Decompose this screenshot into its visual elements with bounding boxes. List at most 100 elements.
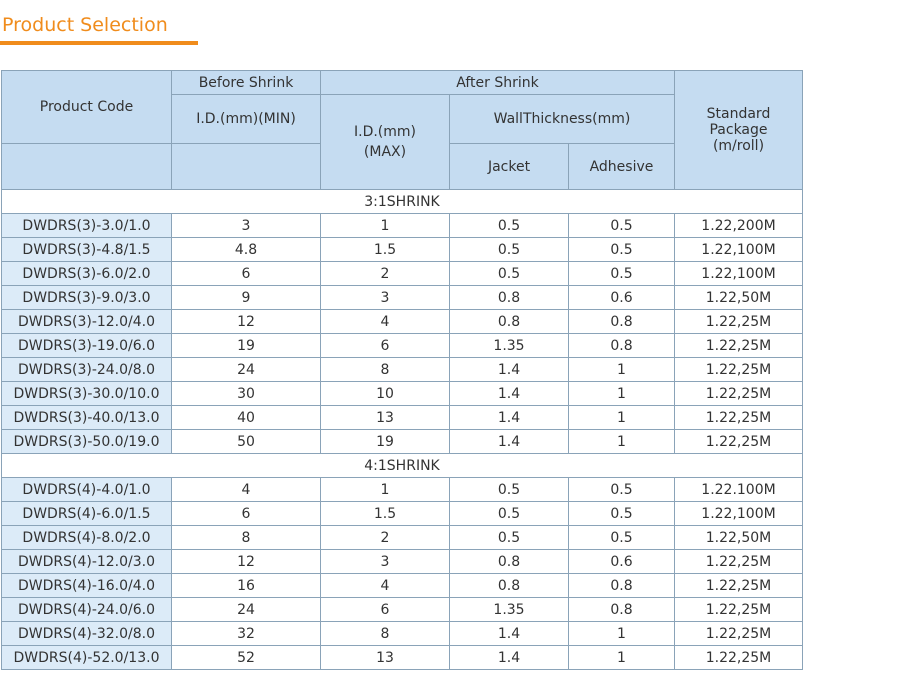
jacket-cell: 0.8 — [449, 549, 569, 574]
id-min-cell: 16 — [171, 573, 321, 598]
table-row: DWDRS(3)-19.0/6.0 19 6 1.35 0.8 1.22,25M — [1, 333, 803, 358]
id-min-cell: 4.8 — [171, 237, 321, 262]
adhesive-cell: 1 — [568, 621, 675, 646]
product-code-cell: DWDRS(4)-16.0/4.0 — [1, 573, 172, 598]
product-code-cell: DWDRS(3)-3.0/1.0 — [1, 213, 172, 238]
header-id-min: I.D.(mm)(MIN) — [171, 94, 321, 144]
section-row: 3:1SHRINK — [1, 189, 803, 214]
header-before-blank — [171, 143, 321, 190]
jacket-cell: 0.8 — [449, 309, 569, 334]
id-min-cell: 32 — [171, 621, 321, 646]
table-row: DWDRS(4)-6.0/1.5 6 1.5 0.5 0.5 1.22,100M — [1, 501, 803, 526]
id-min-cell: 12 — [171, 309, 321, 334]
section-title: 3:1SHRINK — [1, 189, 803, 214]
package-cell: 1.22,100M — [674, 261, 803, 286]
id-max-cell: 1 — [320, 477, 450, 502]
id-min-cell: 8 — [171, 525, 321, 550]
id-max-line-1: I.D.(mm) — [353, 124, 416, 140]
id-min-cell: 3 — [171, 213, 321, 238]
product-code-cell: DWDRS(3)-9.0/3.0 — [1, 285, 172, 310]
adhesive-cell: 1 — [568, 429, 675, 454]
product-code-cell: DWDRS(4)-4.0/1.0 — [1, 477, 172, 502]
product-code-cell: DWDRS(3)-6.0/2.0 — [1, 261, 172, 286]
table-row: DWDRS(3)-50.0/19.0 50 19 1.4 1 1.22,25M — [1, 429, 803, 454]
jacket-cell: 1.4 — [449, 621, 569, 646]
table-row: DWDRS(4)-16.0/4.0 16 4 0.8 0.8 1.22,25M — [1, 573, 803, 598]
product-code-cell: DWDRS(4)-52.0/13.0 — [1, 645, 172, 670]
package-cell: 1.22,25M — [674, 357, 803, 382]
table-row: DWDRS(3)-40.0/13.0 40 13 1.4 1 1.22,25M — [1, 405, 803, 430]
id-min-cell: 24 — [171, 597, 321, 622]
standard-line-2: Package — [709, 122, 768, 138]
jacket-cell: 0.5 — [449, 477, 569, 502]
table-row: DWDRS(4)-12.0/3.0 12 3 0.8 0.6 1.22,25M — [1, 549, 803, 574]
table-row: DWDRS(3)-24.0/8.0 24 8 1.4 1 1.22,25M — [1, 357, 803, 382]
header-wall-thickness: WallThickness(mm) — [449, 94, 675, 144]
jacket-cell: 0.8 — [449, 573, 569, 598]
id-max-cell: 19 — [320, 429, 450, 454]
section-row: 4:1SHRINK — [1, 453, 803, 478]
adhesive-cell: 0.8 — [568, 333, 675, 358]
adhesive-cell: 0.8 — [568, 309, 675, 334]
adhesive-cell: 0.8 — [568, 597, 675, 622]
table-row: DWDRS(3)-30.0/10.0 30 10 1.4 1 1.22,25M — [1, 381, 803, 406]
table-row: DWDRS(4)-32.0/8.0 32 8 1.4 1 1.22,25M — [1, 621, 803, 646]
package-cell: 1.22,25M — [674, 549, 803, 574]
id-max-cell: 1.5 — [320, 501, 450, 526]
id-max-cell: 4 — [320, 309, 450, 334]
id-min-cell: 4 — [171, 477, 321, 502]
adhesive-cell: 1 — [568, 405, 675, 430]
package-cell: 1.22,25M — [674, 645, 803, 670]
id-min-cell: 40 — [171, 405, 321, 430]
adhesive-cell: 1 — [568, 645, 675, 670]
title-underline — [0, 41, 198, 45]
id-max-cell: 3 — [320, 285, 450, 310]
table-row: DWDRS(4)-52.0/13.0 52 13 1.4 1 1.22,25M — [1, 645, 803, 670]
adhesive-cell: 0.5 — [568, 237, 675, 262]
id-min-cell: 24 — [171, 357, 321, 382]
product-code-cell: DWDRS(4)-32.0/8.0 — [1, 621, 172, 646]
package-cell: 1.22.100M — [674, 477, 803, 502]
jacket-cell: 0.5 — [449, 501, 569, 526]
adhesive-cell: 0.5 — [568, 213, 675, 238]
header-product-code: Product Code — [1, 70, 172, 144]
id-max-cell: 13 — [320, 405, 450, 430]
id-max-cell: 13 — [320, 645, 450, 670]
header-code-blank — [1, 143, 172, 190]
id-max-cell: 2 — [320, 525, 450, 550]
table-row: DWDRS(3)-9.0/3.0 9 3 0.8 0.6 1.22,50M — [1, 285, 803, 310]
product-code-cell: DWDRS(4)-8.0/2.0 — [1, 525, 172, 550]
id-max-cell: 4 — [320, 573, 450, 598]
adhesive-cell: 0.5 — [568, 477, 675, 502]
id-min-cell: 52 — [171, 645, 321, 670]
adhesive-cell: 0.6 — [568, 285, 675, 310]
adhesive-cell: 1 — [568, 381, 675, 406]
product-code-cell: DWDRS(3)-19.0/6.0 — [1, 333, 172, 358]
page-title: Product Selection — [2, 14, 168, 36]
table-row: DWDRS(4)-24.0/6.0 24 6 1.35 0.8 1.22,25M — [1, 597, 803, 622]
product-code-cell: DWDRS(3)-50.0/19.0 — [1, 429, 172, 454]
id-max-cell: 1.5 — [320, 237, 450, 262]
table-row: DWDRS(3)-12.0/4.0 12 4 0.8 0.8 1.22,25M — [1, 309, 803, 334]
header-jacket: Jacket — [449, 143, 569, 190]
package-cell: 1.22,25M — [674, 309, 803, 334]
adhesive-cell: 0.5 — [568, 501, 675, 526]
jacket-cell: 0.5 — [449, 525, 569, 550]
standard-line-3: (m/roll) — [712, 138, 765, 154]
jacket-cell: 0.5 — [449, 213, 569, 238]
jacket-cell: 1.4 — [449, 645, 569, 670]
header-adhesive: Adhesive — [568, 143, 675, 190]
id-max-line-2: (MAX) — [363, 144, 407, 160]
package-cell: 1.22,25M — [674, 381, 803, 406]
jacket-cell: 1.35 — [449, 597, 569, 622]
id-max-cell: 2 — [320, 261, 450, 286]
header-after-shrink: After Shrink — [320, 70, 675, 95]
jacket-cell: 1.35 — [449, 333, 569, 358]
product-code-cell: DWDRS(4)-6.0/1.5 — [1, 501, 172, 526]
product-selection-table: Product Code Before Shrink After Shrink … — [1, 70, 803, 670]
product-code-cell: DWDRS(3)-40.0/13.0 — [1, 405, 172, 430]
header-row-1: Product Code Before Shrink After Shrink … — [1, 70, 803, 190]
standard-line-1: Standard — [706, 106, 771, 122]
adhesive-cell: 0.5 — [568, 525, 675, 550]
id-max-cell: 8 — [320, 621, 450, 646]
